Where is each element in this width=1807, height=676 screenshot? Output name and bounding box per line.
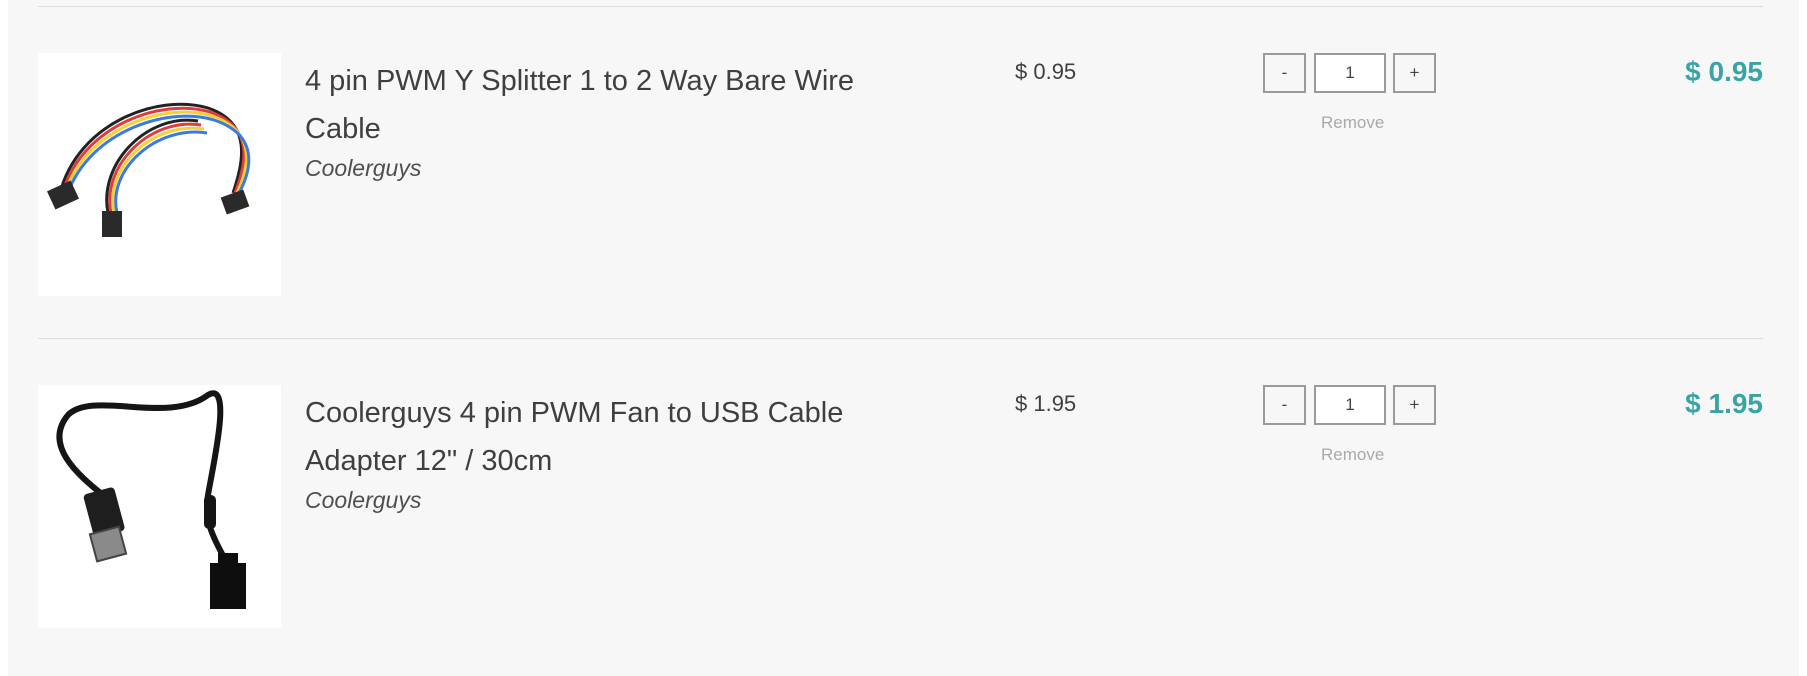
- product-image[interactable]: [38, 53, 281, 296]
- decrease-quantity-button[interactable]: -: [1263, 53, 1306, 93]
- product-title[interactable]: Coolerguys 4 pin PWM Fan to USB Cable Ad…: [305, 389, 905, 485]
- quantity-input[interactable]: [1314, 53, 1386, 93]
- unit-price: $ 0.95: [1015, 59, 1077, 84]
- remove-link[interactable]: Remove: [1321, 113, 1384, 133]
- cart-item: Coolerguys 4 pin PWM Fan to USB Cable Ad…: [38, 339, 1763, 639]
- product-image[interactable]: [38, 385, 281, 628]
- y-splitter-cable-image: [38, 53, 281, 296]
- line-total: $ 0.95: [1685, 56, 1763, 87]
- line-total: $ 1.95: [1685, 388, 1763, 419]
- product-vendor: Coolerguys: [305, 487, 422, 513]
- unit-price: $ 1.95: [1015, 391, 1077, 416]
- product-title[interactable]: 4 pin PWM Y Splitter 1 to 2 Way Bare Wir…: [305, 57, 905, 153]
- cart-item: 4 pin PWM Y Splitter 1 to 2 Way Bare Wir…: [38, 7, 1763, 339]
- decrease-quantity-button[interactable]: -: [1263, 385, 1306, 425]
- increase-quantity-button[interactable]: +: [1393, 53, 1436, 93]
- remove-link[interactable]: Remove: [1321, 445, 1384, 465]
- increase-quantity-button[interactable]: +: [1393, 385, 1436, 425]
- cart-page: 4 pin PWM Y Splitter 1 to 2 Way Bare Wir…: [8, 0, 1799, 676]
- product-vendor: Coolerguys: [305, 155, 422, 181]
- quantity-input[interactable]: [1314, 385, 1386, 425]
- usb-fan-cable-image: [38, 385, 281, 628]
